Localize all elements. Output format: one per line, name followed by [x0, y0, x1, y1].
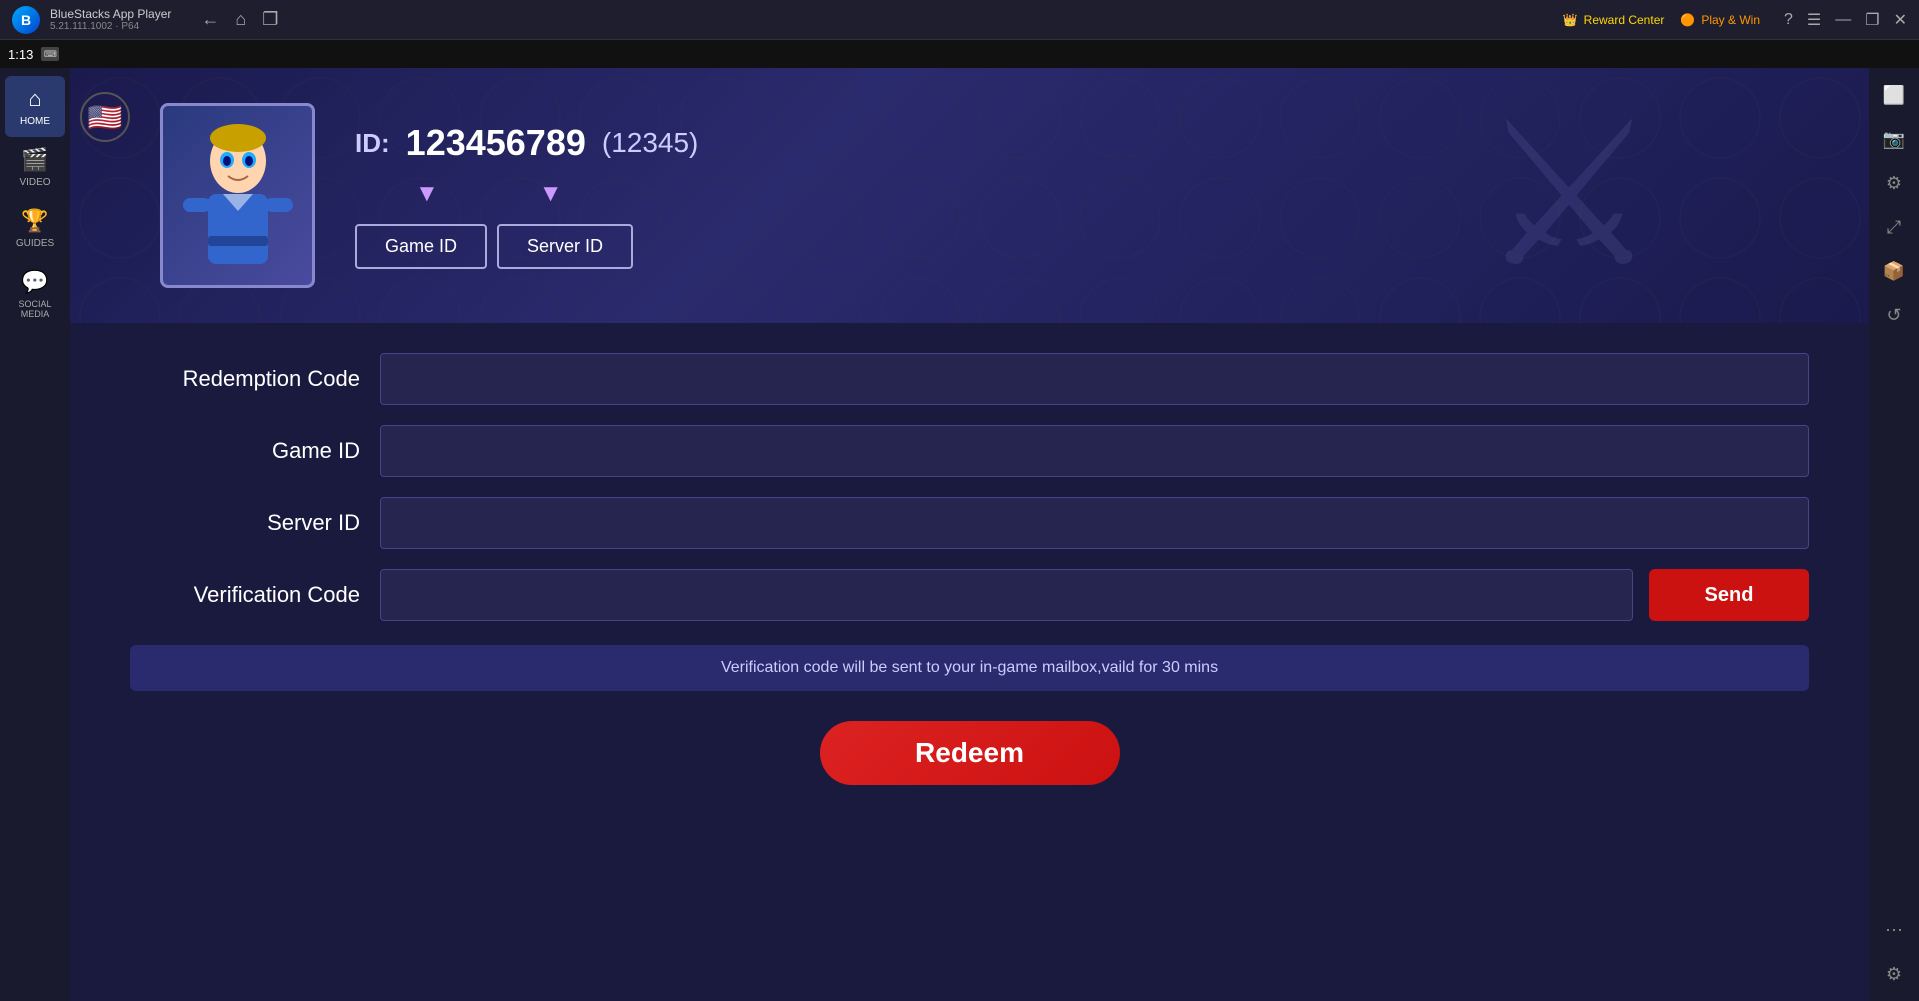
verification-input-group: Send	[380, 569, 1809, 621]
game-id-button[interactable]: Game ID	[355, 224, 487, 269]
game-id-input[interactable]	[380, 425, 1809, 477]
crown-icon: 👑	[1563, 13, 1578, 27]
app-title: BlueStacks App Player	[50, 7, 171, 21]
reward-center-label: Reward Center	[1584, 13, 1665, 27]
arrows-row: ▼ ▼	[355, 180, 698, 208]
sidebar-item-guides[interactable]: 🏆 GUIDES	[5, 198, 65, 259]
character-svg	[173, 116, 303, 276]
close-button[interactable]: ✕	[1894, 10, 1907, 30]
settings-icon[interactable]: ⚙	[1875, 164, 1913, 202]
server-id-label: Server ID	[130, 510, 360, 536]
server-number: (12345)	[602, 127, 699, 159]
game-id-row: Game ID	[130, 425, 1809, 477]
hero-section: ⚔ 🇺🇸	[70, 68, 1869, 323]
sidebar-item-video[interactable]: 🎬 VIDEO	[5, 137, 65, 198]
verification-code-label: Verification Code	[130, 582, 360, 608]
redeem-button[interactable]: Redeem	[820, 721, 1120, 785]
portrait-frame	[160, 103, 315, 288]
left-sidebar: ⌂ HOME 🎬 VIDEO 🏆 GUIDES 💬 SOCIALMEDIA	[0, 68, 70, 1001]
screen-icon[interactable]: ⬜	[1875, 76, 1913, 114]
id-buttons-row: Game ID Server ID	[355, 224, 698, 269]
camera-icon[interactable]: 📷	[1875, 120, 1913, 158]
hero-info: ID: 123456789 (12345) ▼ ▼ Game ID Server…	[355, 122, 698, 269]
app-name-group: BlueStacks App Player 5.21.111.1002 · P6…	[50, 7, 171, 32]
guides-icon: 🏆	[21, 208, 48, 234]
right-sidebar: ⬜ 📷 ⚙ ⤢ 📦 ↺ ⋯ ⚙	[1869, 68, 1919, 1001]
back-button[interactable]: ←	[201, 9, 219, 30]
player-id-number: 123456789	[406, 122, 586, 164]
maximize-button[interactable]: ❐	[1865, 10, 1879, 30]
player-id-row: ID: 123456789 (12345)	[355, 122, 698, 164]
send-button[interactable]: Send	[1649, 569, 1809, 621]
sidebar-guides-label: GUIDES	[16, 238, 54, 249]
flag-emoji: 🇺🇸	[88, 101, 123, 134]
flag-icon: 🇺🇸	[80, 92, 130, 142]
info-banner: Verification code will be sent to your i…	[130, 645, 1809, 691]
title-nav: ← ⌂ ❐	[201, 9, 278, 30]
server-id-row: Server ID	[130, 497, 1809, 549]
game-id-label: Game ID	[130, 438, 360, 464]
title-bar: B BlueStacks App Player 5.21.111.1002 · …	[0, 0, 1919, 40]
more-icon[interactable]: ⋯	[1875, 911, 1913, 949]
server-id-button[interactable]: Server ID	[497, 224, 633, 269]
coin-icon: 🟠	[1680, 13, 1695, 27]
title-bar-right: 👑 Reward Center 🟠 Play & Win ? ☰ — ❐ ✕	[1563, 10, 1907, 30]
redemption-code-label: Redemption Code	[130, 366, 360, 392]
help-button[interactable]: ?	[1784, 11, 1793, 29]
verification-code-row: Verification Code Send	[130, 569, 1809, 621]
timer-display: 1:13	[8, 47, 33, 62]
redemption-code-input[interactable]	[380, 353, 1809, 405]
reward-center[interactable]: 👑 Reward Center	[1563, 13, 1665, 27]
character-portrait	[160, 103, 315, 288]
verification-code-input[interactable]	[380, 569, 1633, 621]
app-info: B BlueStacks App Player 5.21.111.1002 · …	[12, 6, 278, 34]
timer-bar: 1:13 ⌨	[0, 40, 1919, 68]
server-id-arrow: ▼	[539, 180, 563, 208]
home-nav-button[interactable]: ⌂	[235, 9, 246, 30]
window-button[interactable]: ❐	[262, 9, 278, 30]
game-area: ⚔ 🇺🇸	[70, 68, 1869, 1001]
sidebar-item-social[interactable]: 💬 SOCIALMEDIA	[5, 259, 65, 329]
sidebar-social-label: SOCIALMEDIA	[18, 299, 51, 319]
window-controls: ? ☰ — ❐ ✕	[1784, 10, 1907, 30]
video-icon: 🎬	[21, 147, 48, 173]
menu-button[interactable]: ☰	[1807, 10, 1821, 30]
sidebar-video-label: VIDEO	[19, 177, 50, 188]
app-logo: B	[12, 6, 40, 34]
bg-decoration: ⚔	[1369, 68, 1769, 323]
apk-icon[interactable]: 📦	[1875, 252, 1913, 290]
main-layout: ⌂ HOME 🎬 VIDEO 🏆 GUIDES 💬 SOCIALMEDIA ⚔ …	[0, 68, 1919, 1001]
social-icon: 💬	[21, 269, 48, 295]
resize-icon[interactable]: ⤢	[1875, 208, 1913, 246]
redemption-code-row: Redemption Code	[130, 353, 1809, 405]
id-label: ID:	[355, 128, 390, 159]
form-section: Redemption Code Game ID Server ID Verifi…	[70, 323, 1869, 1001]
server-id-input[interactable]	[380, 497, 1809, 549]
refresh-icon[interactable]: ↺	[1875, 296, 1913, 334]
home-icon: ⌂	[28, 86, 41, 112]
play-win[interactable]: 🟠 Play & Win	[1680, 13, 1760, 27]
minimize-button[interactable]: —	[1835, 11, 1851, 29]
play-win-label: Play & Win	[1701, 13, 1760, 27]
keyboard-icon: ⌨	[41, 47, 59, 61]
app-version: 5.21.111.1002 · P64	[50, 21, 171, 32]
bottom-settings-icon[interactable]: ⚙	[1875, 955, 1913, 993]
sidebar-item-home[interactable]: ⌂ HOME	[5, 76, 65, 137]
sidebar-home-label: HOME	[20, 116, 50, 127]
game-id-arrow: ▼	[415, 180, 439, 208]
